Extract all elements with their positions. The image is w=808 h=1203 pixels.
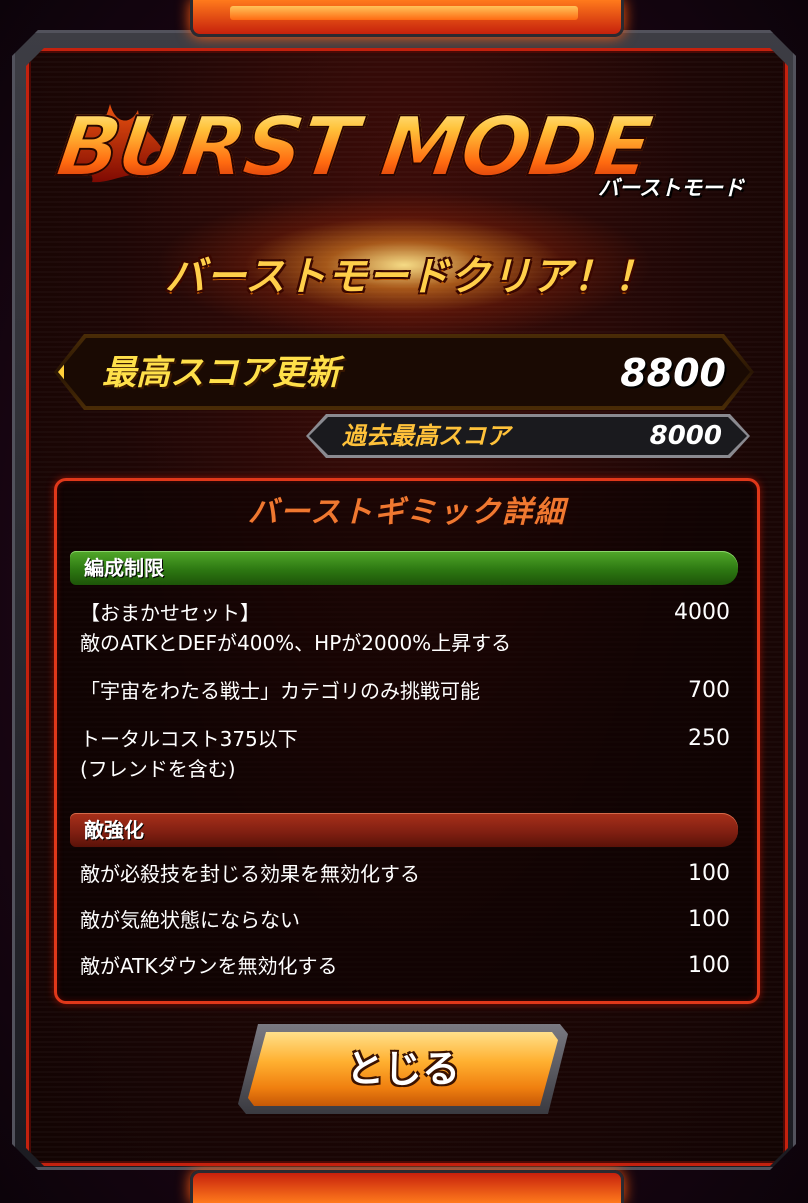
close-button-label[interactable]: とじる [248,1032,558,1106]
bottom-ornament [190,1170,624,1203]
section-label-formation: 編成制限 [84,556,164,580]
gimmick-row-text: 敵のATKとDEFが400%、HPが2000%上昇する [80,631,512,655]
gimmick-row-text: 敵がATKダウンを無効化する [80,954,338,978]
gimmick-row-text: 敵が必殺技を封じる効果を無効化する [80,862,420,886]
top-ornament-strip [230,6,578,20]
gimmick-row-text: (フレンドを含む) [80,757,236,781]
best-score-value: 8800 [620,351,726,395]
section-label-enemy-boost: 敵強化 [84,818,144,842]
gimmick-row-text: トータルコスト375以下 [80,727,298,751]
clear-message: バーストモードクリア！！ [165,254,655,300]
gimmick-row-value: 100 [688,907,730,932]
close-button[interactable]: とじる [238,1024,568,1114]
gimmick-detail-title: バーストギミック詳細 [247,495,567,530]
gimmick-row-value: 100 [688,861,730,886]
gimmick-row-value: 100 [688,953,730,978]
best-score-label: 最高スコア更新 [102,353,340,393]
past-best-score-value: 8000 [649,421,722,451]
gimmick-row-text: 「宇宙をわたる戦士」カテゴリのみ挑戦可能 [80,679,480,703]
gimmick-row-value: 250 [688,726,730,751]
gimmick-row-value: 700 [688,678,730,703]
gimmick-row-text: 【おまかせセット】 [80,601,260,625]
past-best-score-label: 過去最高スコア [342,422,510,450]
gimmick-row-text: 敵が気絶状態にならない [80,908,300,932]
gimmick-row-value: 4000 [674,600,730,625]
close-button-face[interactable]: とじる [248,1032,558,1106]
